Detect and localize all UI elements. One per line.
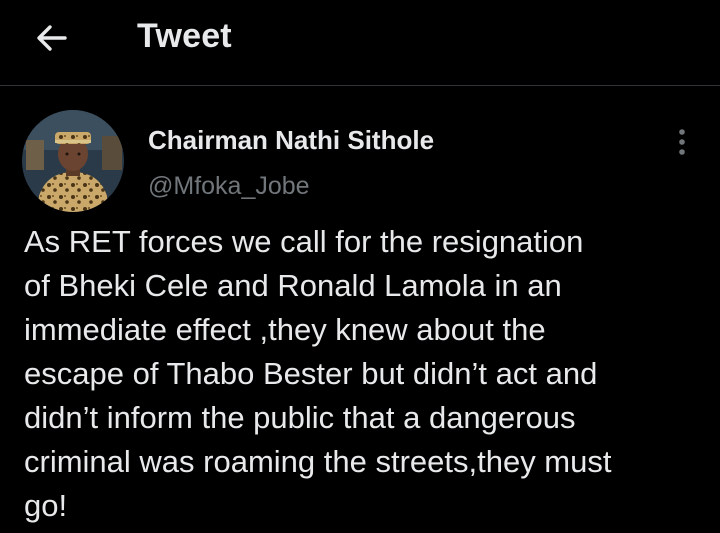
- tweet-text: As RET forces we call for the resignatio…: [24, 224, 612, 523]
- back-button[interactable]: [26, 14, 78, 62]
- arrow-left-icon: [37, 25, 67, 51]
- author-handle[interactable]: @Mfoka_Jobe: [148, 170, 310, 202]
- page-title: Tweet: [137, 17, 232, 55]
- profile-photo: [22, 110, 124, 212]
- more-options-button[interactable]: [664, 124, 700, 160]
- more-vertical-icon: [679, 129, 685, 155]
- avatar[interactable]: [22, 110, 124, 212]
- author-name[interactable]: Chairman Nathi Sithole: [148, 124, 434, 156]
- top-bar: Tweet: [0, 0, 720, 86]
